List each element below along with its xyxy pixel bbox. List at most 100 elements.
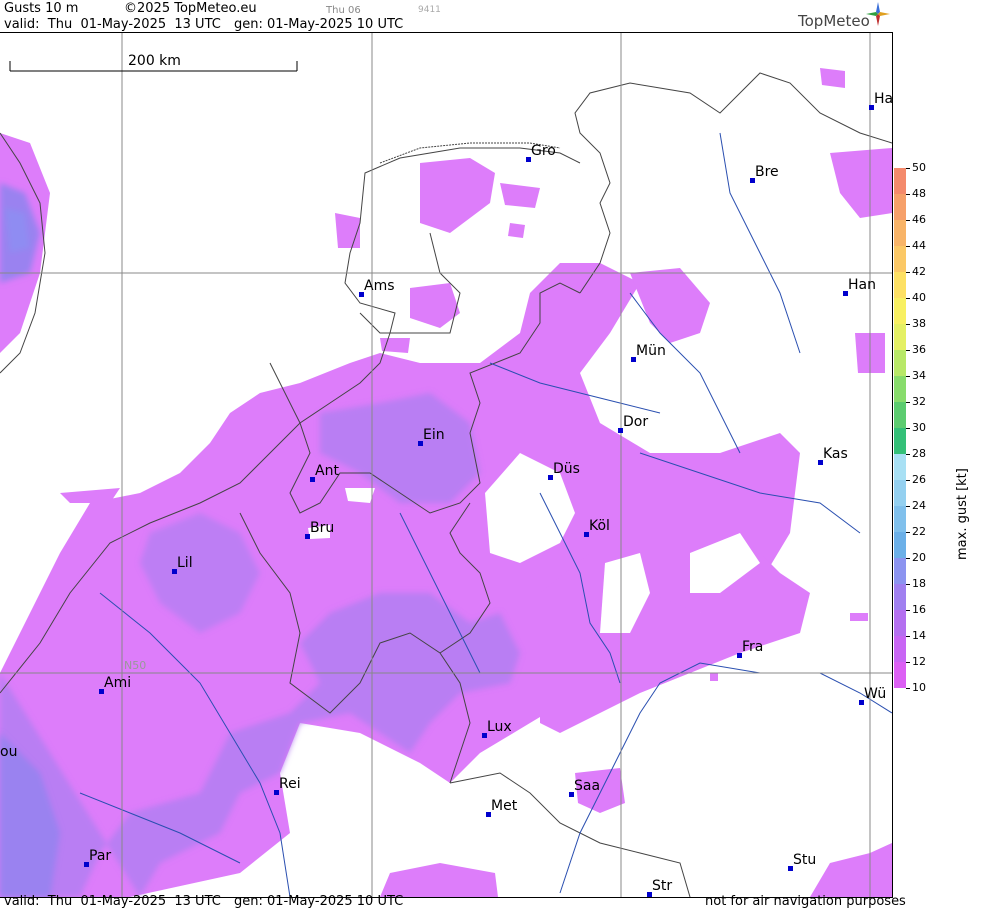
legend-tick-label: 32 [912,395,926,408]
city-stu[interactable]: Stu [788,852,816,871]
legend-tick [906,324,910,325]
legend-swatch [894,194,906,220]
legend-tick-label: 34 [912,369,926,382]
footer-valid-time: valid: Thu 01-May-2025 13 UTC [4,894,221,909]
valid-time: valid: Thu 01-May-2025 13 UTC [4,17,221,32]
city-ant[interactable]: Ant [310,463,339,482]
city-par[interactable]: Par [84,848,111,867]
legend-swatch [894,584,906,610]
city-mun[interactable]: Mün [631,343,666,362]
city-bre[interactable]: Bre [750,164,779,183]
legend-tick [906,246,910,247]
compass-logo-icon [866,2,890,26]
footer-disclaimer: not for air navigation purposes [705,894,906,909]
gust-field: N50 200 km [0,33,892,897]
legend-swatch [894,428,906,454]
city-ami[interactable]: Ami [99,675,131,694]
legend-tick [906,298,910,299]
city-gro[interactable]: Gro [526,143,556,162]
legend-tick [906,402,910,403]
copyright: ©2025 TopMeteo.eu [124,1,257,16]
legend-tick-label: 40 [912,291,926,304]
city-kas[interactable]: Kas [818,446,848,465]
city-lux[interactable]: Lux [482,719,512,738]
legend-swatch [894,272,906,298]
legend-tick-label: 50 [912,161,926,174]
legend-swatch [894,246,906,272]
legend-swatch [894,350,906,376]
legend-tick-label: 46 [912,213,926,226]
legend-tick [906,610,910,611]
city-wu[interactable]: Wü [859,686,886,705]
legend-tick-label: 38 [912,317,926,330]
legend-swatch [894,324,906,350]
legend-tick-label: 28 [912,447,926,460]
legend-tick [906,636,910,637]
legend-tick [906,272,910,273]
city-ha[interactable]: Ha [869,91,892,110]
map-area[interactable]: N50 200 km Ha Gro Bre Ams Han Mün Ein Do… [0,32,893,898]
city-lil[interactable]: Lil [172,555,193,574]
city-rei[interactable]: Rei [274,776,301,795]
legend-tick-label: 14 [912,629,926,642]
legend-tick [906,480,910,481]
legend-tick-label: 30 [912,421,926,434]
legend-swatch [894,168,906,194]
legend-tick-label: 22 [912,525,926,538]
chart-title: Gusts 10 m [4,1,79,16]
grid-label: N50 [124,659,146,672]
legend-tick-label: 16 [912,603,926,616]
legend-swatch [894,298,906,324]
legend-tick [906,376,910,377]
day-label: Thu 06 [326,5,361,16]
legend-swatch [894,376,906,402]
legend-tick-label: 18 [912,577,926,590]
legend-tick [906,168,910,169]
city-met[interactable]: Met [486,798,517,817]
legend-tick-label: 10 [912,681,926,694]
city-fra[interactable]: Fra [737,639,763,658]
city-bru[interactable]: Bru [305,520,334,539]
legend-swatch [894,558,906,584]
city-dus[interactable]: Düs [548,461,580,480]
legend-tick [906,532,910,533]
legend-tick-label: 44 [912,239,926,252]
scale-label: 200 km [128,53,181,69]
legend-swatch [894,506,906,532]
legend-swatch [894,402,906,428]
legend-tick [906,662,910,663]
legend-swatch [894,220,906,246]
legend-tick [906,220,910,221]
footer-generated-time: gen: 01-May-2025 10 UTC [234,894,404,909]
run-code: 9411 [418,5,441,15]
city-saa[interactable]: Saa [569,778,600,797]
legend-swatch [894,610,906,636]
legend-tick-label: 26 [912,473,926,486]
legend-unit-label: max. gust [kt] [955,468,970,560]
city-ams[interactable]: Ams [359,278,395,297]
legend-tick-label: 36 [912,343,926,356]
legend-swatch [894,636,906,662]
legend-tick-label: 42 [912,265,926,278]
legend-swatch [894,454,906,480]
legend-tick [906,454,910,455]
legend-tick-label: 24 [912,499,926,512]
legend-tick [906,194,910,195]
legend-swatch [894,662,906,688]
city-str[interactable]: Str [647,878,672,897]
legend-tick [906,584,910,585]
city-ein[interactable]: Ein [418,427,445,446]
city-kol[interactable]: Köl [584,518,610,537]
legend-swatch [894,480,906,506]
legend-tick-label: 20 [912,551,926,564]
brand-name: TopMeteo [798,12,870,30]
legend-tick [906,688,910,689]
city-ou[interactable]: ou [0,744,17,760]
legend-tick-label: 48 [912,187,926,200]
city-dor[interactable]: Dor [618,414,648,433]
legend-tick-label: 12 [912,655,926,668]
legend-tick [906,506,910,507]
city-han[interactable]: Han [843,277,876,296]
legend-tick [906,428,910,429]
legend-swatch [894,532,906,558]
